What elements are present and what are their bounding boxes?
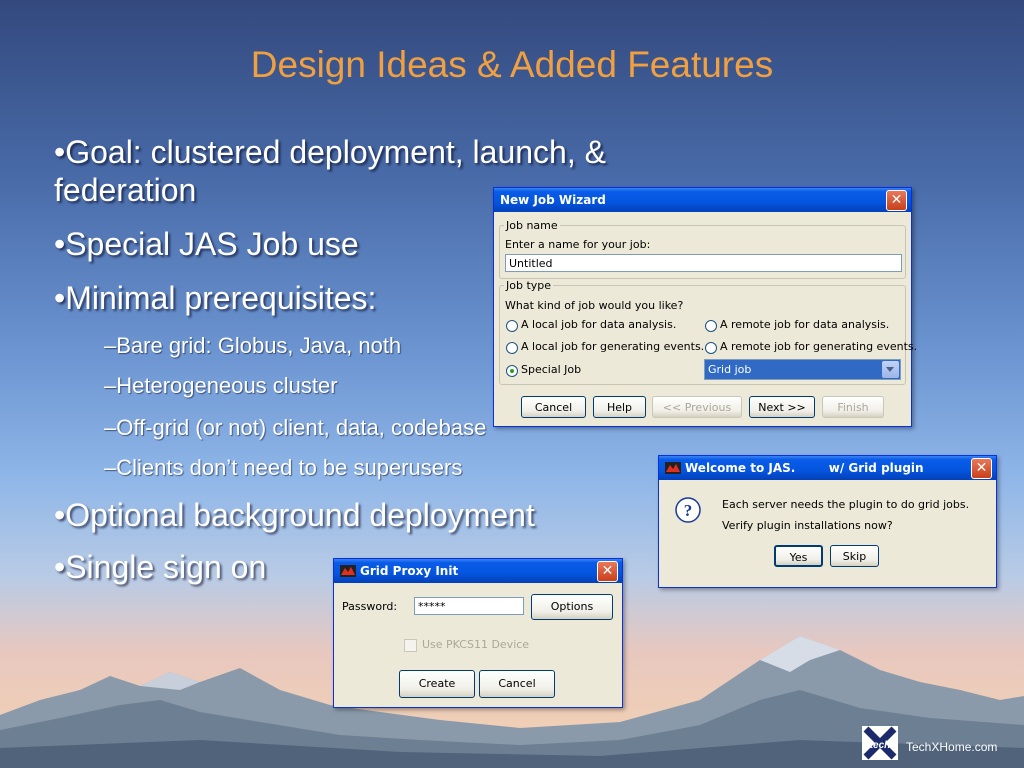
jas-logo-icon xyxy=(665,462,681,474)
job-name-group: Job name Enter a name for your job: Unti… xyxy=(499,219,906,279)
bullet-goal: •Goal: clustered deployment, launch, & xyxy=(54,134,606,170)
previous-button[interactable]: << Previous xyxy=(652,396,742,418)
proxy-titlebar[interactable]: Grid Proxy Init ✕ xyxy=(334,559,622,583)
label-special-job: Special Job xyxy=(521,363,582,376)
job-name-input[interactable]: Untitled xyxy=(505,254,902,272)
finish-button[interactable]: Finish xyxy=(822,396,884,418)
create-button[interactable]: Create xyxy=(399,670,475,698)
chevron-down-icon[interactable] xyxy=(882,361,899,378)
special-job-select[interactable]: Grid job xyxy=(704,359,901,380)
subbullet-bare-grid: –Bare grid: Globus, Java, noth xyxy=(104,333,402,358)
bullet-background-deploy: •Optional background deployment xyxy=(54,497,535,533)
next-button[interactable]: Next >> xyxy=(749,396,815,418)
help-button[interactable]: Help xyxy=(593,396,646,418)
password-input[interactable]: ***** xyxy=(414,597,524,615)
job-type-prompt: What kind of job would you like? xyxy=(505,299,684,312)
radio-local-events[interactable] xyxy=(506,342,518,354)
job-name-prompt: Enter a name for your job: xyxy=(505,238,651,251)
skip-button[interactable]: Skip xyxy=(830,545,879,567)
bullet-single-sign-on: •Single sign on xyxy=(54,549,267,585)
pkcs11-label: Use PKCS11 Device xyxy=(422,638,530,651)
proxy-title: Grid Proxy Init xyxy=(360,564,459,578)
slide-title: Design Ideas & Added Features xyxy=(250,44,774,85)
proxy-close-icon[interactable]: ✕ xyxy=(597,561,618,582)
new-job-wizard-window: New Job Wizard ✕ Job name Enter a name f… xyxy=(493,187,917,427)
label-local-events: A local job for generating events. xyxy=(521,340,705,353)
subbullet-superusers: –Clients don’t need to be superusers xyxy=(104,455,463,480)
proxy-cancel-button[interactable]: Cancel xyxy=(479,670,555,698)
wizard-title: New Job Wizard xyxy=(500,193,606,207)
question-icon: ? xyxy=(675,497,701,523)
radio-remote-analysis[interactable] xyxy=(705,320,717,332)
password-label: Password: xyxy=(342,600,398,613)
wizard-titlebar[interactable]: New Job Wizard ✕ xyxy=(494,188,911,212)
label-remote-events: A remote job for generating events. xyxy=(720,340,918,353)
jas-logo-icon xyxy=(340,565,356,577)
bullet-goal-cont: federation xyxy=(54,172,197,208)
techx-logo: tech xyxy=(862,726,898,760)
radio-special-job[interactable] xyxy=(506,365,518,377)
label-local-analysis: A local job for data analysis. xyxy=(521,318,677,331)
bullet-prerequisites: •Minimal prerequisites: xyxy=(54,280,377,316)
welcome-close-icon[interactable]: ✕ xyxy=(971,458,992,479)
welcome-titlebar[interactable]: Welcome to JAS. w/ Grid plugin ✕ xyxy=(659,456,996,480)
welcome-title: Welcome to JAS. w/ Grid plugin xyxy=(685,461,924,475)
radio-remote-events[interactable] xyxy=(705,342,717,354)
pkcs11-checkbox[interactable] xyxy=(404,639,417,652)
welcome-line-1: Each server needs the plugin to do grid … xyxy=(722,498,970,511)
options-button[interactable]: Options xyxy=(531,594,613,620)
wizard-close-icon[interactable]: ✕ xyxy=(886,190,907,211)
svg-text:?: ? xyxy=(684,501,693,520)
bullet-special-jas: •Special JAS Job use xyxy=(54,226,359,262)
job-name-legend: Job name xyxy=(504,219,560,232)
subbullet-off-grid: –Off-grid (or not) client, data, codebas… xyxy=(104,415,487,440)
label-remote-analysis: A remote job for data analysis. xyxy=(720,318,890,331)
techx-logo-icon: tech xyxy=(863,726,897,760)
yes-button[interactable]: Yes xyxy=(774,545,823,567)
cancel-button[interactable]: Cancel xyxy=(521,396,586,418)
special-job-select-value: Grid job xyxy=(708,363,752,376)
job-type-legend: Job type xyxy=(504,279,554,292)
grid-proxy-window: Grid Proxy Init ✕ Password: ***** Option… xyxy=(333,558,623,708)
footer-text: TechXHome.com xyxy=(906,740,998,754)
job-type-group: Job type What kind of job would you like… xyxy=(499,279,917,385)
radio-local-analysis[interactable] xyxy=(506,320,518,332)
welcome-line-2: Verify plugin installations now? xyxy=(722,519,893,532)
subbullet-heterogeneous: –Heterogeneous cluster xyxy=(104,373,338,398)
svg-text:tech: tech xyxy=(870,740,891,751)
welcome-dialog-window: Welcome to JAS. w/ Grid plugin ✕ ? Each … xyxy=(658,455,997,588)
